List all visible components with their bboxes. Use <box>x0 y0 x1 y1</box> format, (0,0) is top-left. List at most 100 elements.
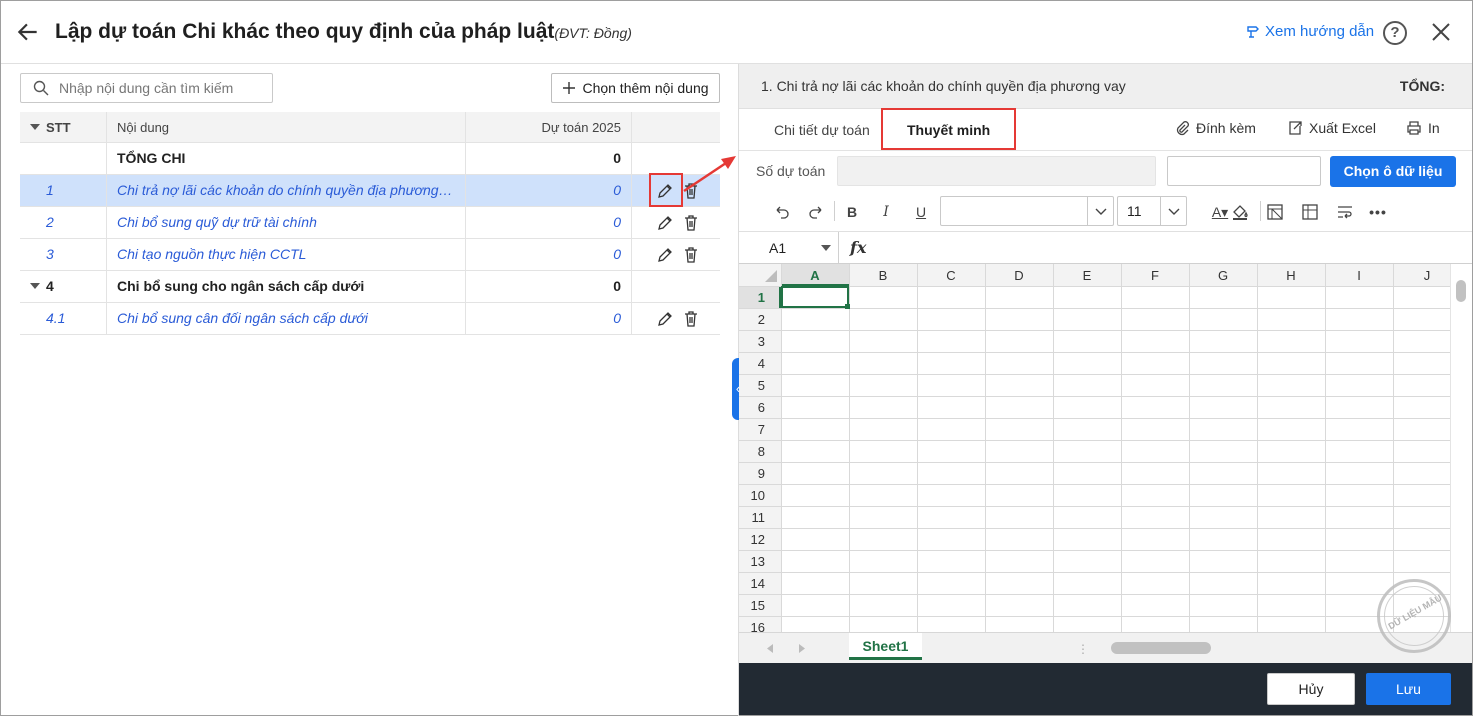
row-header[interactable]: 2 <box>758 312 765 327</box>
trash-icon[interactable] <box>682 246 700 264</box>
row-header[interactable]: 3 <box>758 334 765 349</box>
trash-icon[interactable] <box>682 214 700 232</box>
page-title: Lập dự toán Chi khác theo quy định của p… <box>55 20 632 44</box>
table-row-group[interactable]: 4 Chi bổ sung cho ngân sách cấp dưới 0 <box>20 271 720 303</box>
export-excel-button[interactable]: Xuất Excel <box>1287 120 1376 136</box>
cancel-button[interactable]: Hủy <box>1267 673 1355 705</box>
row-header[interactable]: 6 <box>758 400 765 415</box>
column-header[interactable]: E <box>1083 268 1092 283</box>
edit-icon[interactable] <box>656 310 674 328</box>
underline-icon[interactable]: U <box>913 202 929 222</box>
chevron-down-icon <box>1160 197 1186 225</box>
row-header[interactable]: 7 <box>758 422 765 437</box>
more-options-icon[interactable]: ••• <box>1367 202 1389 222</box>
trash-icon[interactable] <box>682 310 700 328</box>
save-button[interactable]: Lưu <box>1366 673 1451 705</box>
table-row[interactable]: 4.1 Chi bổ sung cân đối ngân sách cấp dư… <box>20 303 720 335</box>
column-header[interactable]: B <box>879 268 888 283</box>
tab-highlight-box <box>881 108 1016 150</box>
borders-icon[interactable] <box>1266 202 1284 222</box>
sheet-tab-sheet1[interactable]: Sheet1 <box>849 633 922 660</box>
row-header[interactable]: 11 <box>752 510 766 525</box>
italic-icon[interactable]: I <box>878 202 894 222</box>
column-header[interactable]: D <box>1014 268 1023 283</box>
row-header[interactable]: 5 <box>758 378 765 393</box>
dialog: Lập dự toán Chi khác theo quy định của p… <box>0 0 1473 716</box>
so-du-toan-value-field[interactable] <box>1167 156 1321 186</box>
tab-chi-tiet-du-toan[interactable]: Chi tiết dự toán <box>774 122 870 138</box>
vertical-scrollbar[interactable] <box>1450 264 1472 632</box>
chevron-down-icon <box>821 245 831 251</box>
wrap-text-icon[interactable] <box>1336 202 1354 222</box>
fill-handle[interactable] <box>845 304 850 309</box>
table-row[interactable]: 1 Chi trả nợ lãi các khoản do chính quyề… <box>20 175 720 207</box>
row-header[interactable]: 9 <box>758 466 765 481</box>
fill-color-icon[interactable] <box>1231 202 1249 222</box>
row-noidung[interactable]: Chi tạo nguồn thực hiện CCTL <box>107 239 466 270</box>
column-header[interactable]: F <box>1151 268 1159 283</box>
row-header[interactable]: 14 <box>751 576 765 591</box>
paperclip-icon <box>1176 121 1189 136</box>
fx-icon: fx <box>850 238 867 257</box>
so-du-toan-field <box>837 156 1156 186</box>
row-noidung[interactable]: Chi bổ sung cân đối ngân sách cấp dưới <box>107 303 466 334</box>
help-icon[interactable]: ? <box>1383 21 1407 45</box>
formula-bar: A1 fx <box>739 231 1472 264</box>
splitter-handle[interactable]: ⋮ <box>1077 642 1089 656</box>
horizontal-scroll-thumb[interactable] <box>1111 642 1211 654</box>
row-header[interactable]: 1 <box>758 290 765 305</box>
table-row[interactable]: 3 Chi tạo nguồn thực hiện CCTL 0 <box>20 239 720 271</box>
sheet-tab-bar: Sheet1 ⋮ <box>739 632 1472 663</box>
column-header[interactable]: H <box>1286 268 1295 283</box>
font-color-icon[interactable]: A▾ <box>1209 202 1231 222</box>
row-noidung[interactable]: Chi trả nợ lãi các khoản do chính quyền … <box>107 175 466 206</box>
selected-cell-a1[interactable] <box>781 286 849 308</box>
print-button[interactable]: In <box>1406 120 1440 136</box>
back-arrow-icon[interactable] <box>15 19 41 45</box>
row-header[interactable]: 12 <box>751 532 765 547</box>
row-header[interactable]: 10 <box>751 488 765 503</box>
name-box[interactable]: A1 <box>739 232 839 264</box>
export-label: Xuất Excel <box>1309 120 1376 136</box>
merge-cells-icon[interactable] <box>1301 202 1319 222</box>
column-header[interactable]: I <box>1357 268 1361 283</box>
row-header[interactable]: 15 <box>751 598 765 613</box>
row-header[interactable]: 13 <box>751 554 765 569</box>
attach-button[interactable]: Đính kèm <box>1174 120 1256 136</box>
row-stt: 2 <box>20 207 107 238</box>
search-input[interactable] <box>59 80 259 96</box>
column-header[interactable]: C <box>946 268 955 283</box>
row-header[interactable]: 4 <box>758 356 765 371</box>
redo-icon[interactable] <box>807 202 825 222</box>
vertical-scroll-thumb[interactable] <box>1456 280 1466 302</box>
undo-icon[interactable] <box>773 202 791 222</box>
edit-icon[interactable] <box>656 246 674 264</box>
next-sheet-icon[interactable] <box>797 644 805 653</box>
col-header-actions <box>632 112 720 143</box>
dialog-footer: Hủy Lưu <box>739 663 1472 715</box>
spreadsheet-grid[interactable]: A B C D E F G H I J12345678910111213141516 <box>739 264 1450 632</box>
chevron-down-icon <box>1087 197 1113 225</box>
edit-icon[interactable] <box>656 214 674 232</box>
table-row[interactable]: 2 Chi bổ sung quỹ dự trữ tài chính 0 <box>20 207 720 239</box>
col-header-stt: STT <box>20 112 107 143</box>
font-family-select[interactable] <box>940 196 1114 226</box>
add-content-label: Chọn thêm nội dung <box>582 80 709 96</box>
prev-sheet-icon[interactable] <box>767 644 775 653</box>
row-noidung[interactable]: Chi bổ sung quỹ dự trữ tài chính <box>107 207 466 238</box>
add-content-button[interactable]: Chọn thêm nội dung <box>551 73 720 103</box>
row-header[interactable]: 8 <box>758 444 765 459</box>
close-icon[interactable] <box>1429 20 1453 44</box>
row-dutoan: 0 <box>466 271 632 302</box>
bold-icon[interactable]: B <box>844 202 860 222</box>
row-header[interactable]: 16 <box>751 620 765 632</box>
choose-cell-button[interactable]: Chọn ô dữ liệu <box>1330 156 1456 187</box>
guide-link[interactable]: Xem hướng dẫn <box>1245 23 1374 40</box>
column-header[interactable]: A <box>810 268 820 283</box>
row-dutoan: 0 <box>466 175 632 206</box>
row-noidung: Chi bổ sung cho ngân sách cấp dưới <box>107 271 466 302</box>
column-header[interactable]: J <box>1424 268 1431 283</box>
font-size-select[interactable]: 11 <box>1117 196 1187 226</box>
column-header[interactable]: G <box>1218 268 1228 283</box>
edit-highlight-box <box>649 173 683 207</box>
